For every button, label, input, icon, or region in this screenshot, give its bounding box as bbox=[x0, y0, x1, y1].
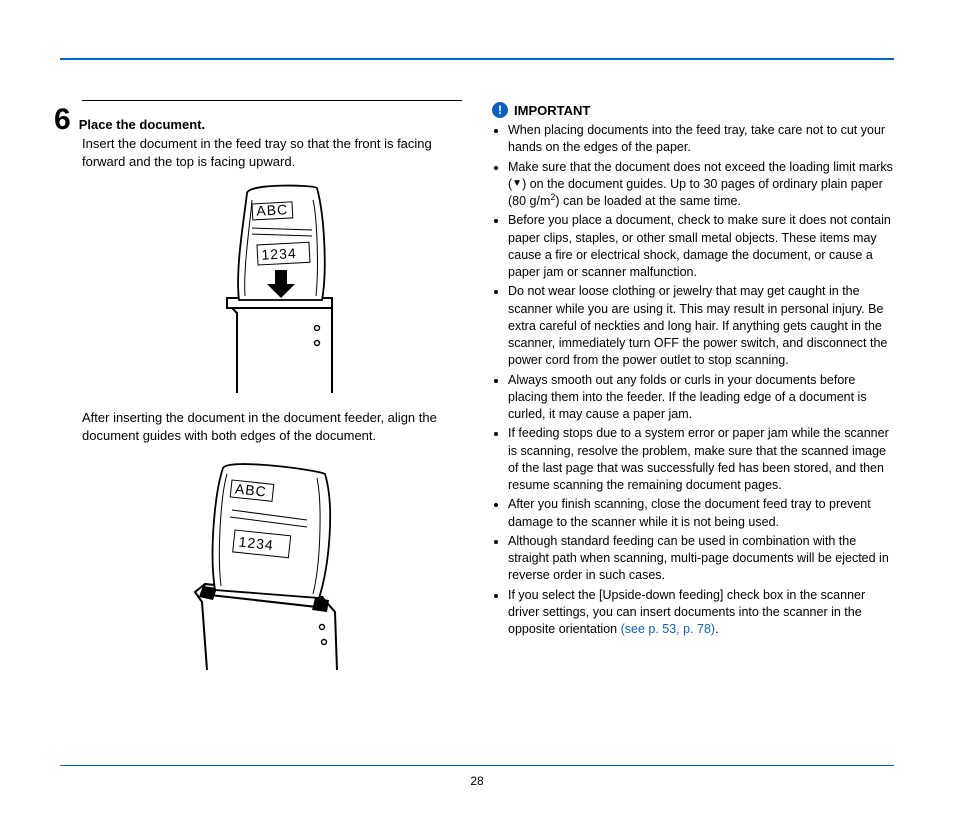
right-column: ! IMPORTANT When placing documents into … bbox=[492, 98, 894, 683]
important-icon: ! bbox=[492, 102, 508, 118]
bottom-rule bbox=[60, 765, 894, 766]
list-item: Do not wear loose clothing or jewelry th… bbox=[508, 283, 894, 369]
left-column: 6 Place the document. Insert the documen… bbox=[60, 98, 462, 683]
paper-1234-label: 1234 bbox=[261, 245, 297, 263]
list-item: If feeding stops due to a system error o… bbox=[508, 425, 894, 494]
list-item: Before you place a document, check to ma… bbox=[508, 212, 894, 281]
step-heading: Place the document. bbox=[79, 117, 205, 132]
top-rule bbox=[60, 58, 894, 60]
illustration-align-guides: ABC 1234 bbox=[82, 452, 462, 675]
page-number: 28 bbox=[0, 774, 954, 788]
caption-align-guides: After inserting the document in the docu… bbox=[82, 409, 462, 444]
step-number: 6 bbox=[54, 106, 71, 133]
paper-abc-label: ABC bbox=[256, 201, 289, 219]
list-item: Make sure that the document does not exc… bbox=[508, 159, 894, 211]
list-item: After you finish scanning, close the doc… bbox=[508, 496, 894, 531]
list-item: If you select the [Upside-down feeding] … bbox=[508, 587, 894, 639]
cross-reference-link[interactable]: (see p. 53, p. 78) bbox=[621, 622, 716, 636]
important-label: IMPORTANT bbox=[514, 103, 590, 118]
list-item: Always smooth out any folds or curls in … bbox=[508, 372, 894, 424]
paper-abc-label-2: ABC bbox=[234, 481, 267, 500]
list-item: Although standard feeding can be used in… bbox=[508, 533, 894, 585]
limit-mark-icon: ▼ bbox=[512, 177, 522, 191]
list-item: When placing documents into the feed tra… bbox=[508, 122, 894, 157]
important-list: When placing documents into the feed tra… bbox=[492, 122, 894, 638]
illustration-insert-document: ABC 1234 bbox=[82, 178, 462, 401]
step-body: Insert the document in the feed tray so … bbox=[82, 135, 462, 170]
